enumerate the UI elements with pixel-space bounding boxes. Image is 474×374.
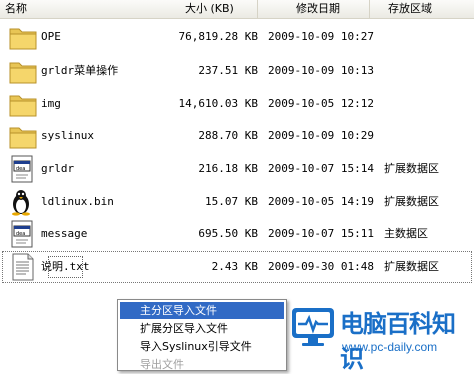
column-header-name-label: 名称 <box>5 2 27 15</box>
file-date: 2009-10-07 15:11 <box>268 227 374 240</box>
file-row[interactable]: img 14,610.03 KB 2009-10-05 12:12 <box>0 86 474 122</box>
file-row[interactable]: 说明.txt 2.43 KB 2009-09-30 01:48 扩展数据区 <box>0 249 474 285</box>
system-file-icon: dea <box>11 220 33 248</box>
svg-text:dea: dea <box>16 166 25 172</box>
file-storage: 扩展数据区 <box>384 162 439 175</box>
file-date: 2009-10-09 10:13 <box>268 64 374 77</box>
file-size: 216.18 KB <box>198 162 258 175</box>
file-name: message <box>41 227 88 240</box>
file-date: 2009-10-07 15:14 <box>268 162 374 175</box>
file-date: 2009-10-09 10:29 <box>268 129 374 142</box>
file-name: ldlinux.bin <box>41 195 114 208</box>
file-storage: 扩展数据区 <box>384 195 439 208</box>
file-storage: 主数据区 <box>384 227 428 240</box>
file-size: 76,819.28 KB <box>178 30 258 43</box>
file-storage: 扩展数据区 <box>384 260 439 273</box>
menu-item-export-file[interactable]: 导出文件 <box>120 356 284 373</box>
file-date: 2009-10-05 14:19 <box>268 195 374 208</box>
folder-icon <box>9 28 37 50</box>
menu-item-import-syslinux[interactable]: 导入Syslinux引导文件 <box>120 338 284 355</box>
file-size: 237.51 KB <box>198 64 258 77</box>
file-name: 说明.txt <box>41 249 90 285</box>
folder-icon <box>9 62 37 84</box>
file-date: 2009-09-30 01:48 <box>268 260 374 273</box>
file-row[interactable]: dea message 695.50 KB 2009-10-07 15:11 主… <box>0 216 474 252</box>
menu-item-import-primary[interactable]: 主分区导入文件 <box>120 302 284 319</box>
text-file-icon <box>12 253 34 281</box>
column-header-modified[interactable]: 修改日期 <box>296 0 340 18</box>
file-size: 15.07 KB <box>205 195 258 208</box>
file-row[interactable]: dea grldr 216.18 KB 2009-10-07 15:14 扩展数… <box>0 151 474 187</box>
watermark: 电脑百科知识 www.pc-daily.com <box>290 300 474 373</box>
file-size: 695.50 KB <box>198 227 258 240</box>
file-name: OPE <box>41 30 61 43</box>
linux-penguin-icon <box>12 190 30 216</box>
monitor-logo-icon <box>292 308 334 346</box>
column-header-storage[interactable]: 存放区域 <box>388 0 432 18</box>
file-row[interactable]: OPE 76,819.28 KB 2009-10-09 10:27 <box>0 19 474 55</box>
file-date: 2009-10-09 10:27 <box>268 30 374 43</box>
watermark-url: www.pc-daily.com <box>342 340 438 354</box>
file-date: 2009-10-05 12:12 <box>268 97 374 110</box>
system-file-icon: dea <box>11 155 33 183</box>
column-header-size[interactable]: 大小 (KB) <box>185 0 234 18</box>
file-name: syslinux <box>41 129 94 142</box>
file-name: grldr菜单操作 <box>41 64 119 77</box>
context-menu: 主分区导入文件 扩展分区导入文件 导入Syslinux引导文件 导出文件 <box>117 299 287 371</box>
file-size: 2.43 KB <box>211 260 258 273</box>
svg-text:dea: dea <box>16 231 25 237</box>
file-name: img <box>41 97 61 110</box>
folder-icon <box>9 95 37 117</box>
file-size: 288.70 KB <box>198 129 258 142</box>
file-row[interactable]: grldr菜单操作 237.51 KB 2009-10-09 10:13 <box>0 53 474 89</box>
file-row[interactable]: ldlinux.bin 15.07 KB 2009-10-05 14:19 扩展… <box>0 184 474 220</box>
file-row[interactable]: syslinux 288.70 KB 2009-10-09 10:29 <box>0 118 474 154</box>
file-name: grldr <box>41 162 75 175</box>
folder-icon <box>9 127 37 149</box>
file-size: 14,610.03 KB <box>178 97 258 110</box>
menu-item-import-extended[interactable]: 扩展分区导入文件 <box>120 320 284 337</box>
column-header-bar: 名称 大小 (KB) 修改日期 存放区域 <box>0 0 474 19</box>
